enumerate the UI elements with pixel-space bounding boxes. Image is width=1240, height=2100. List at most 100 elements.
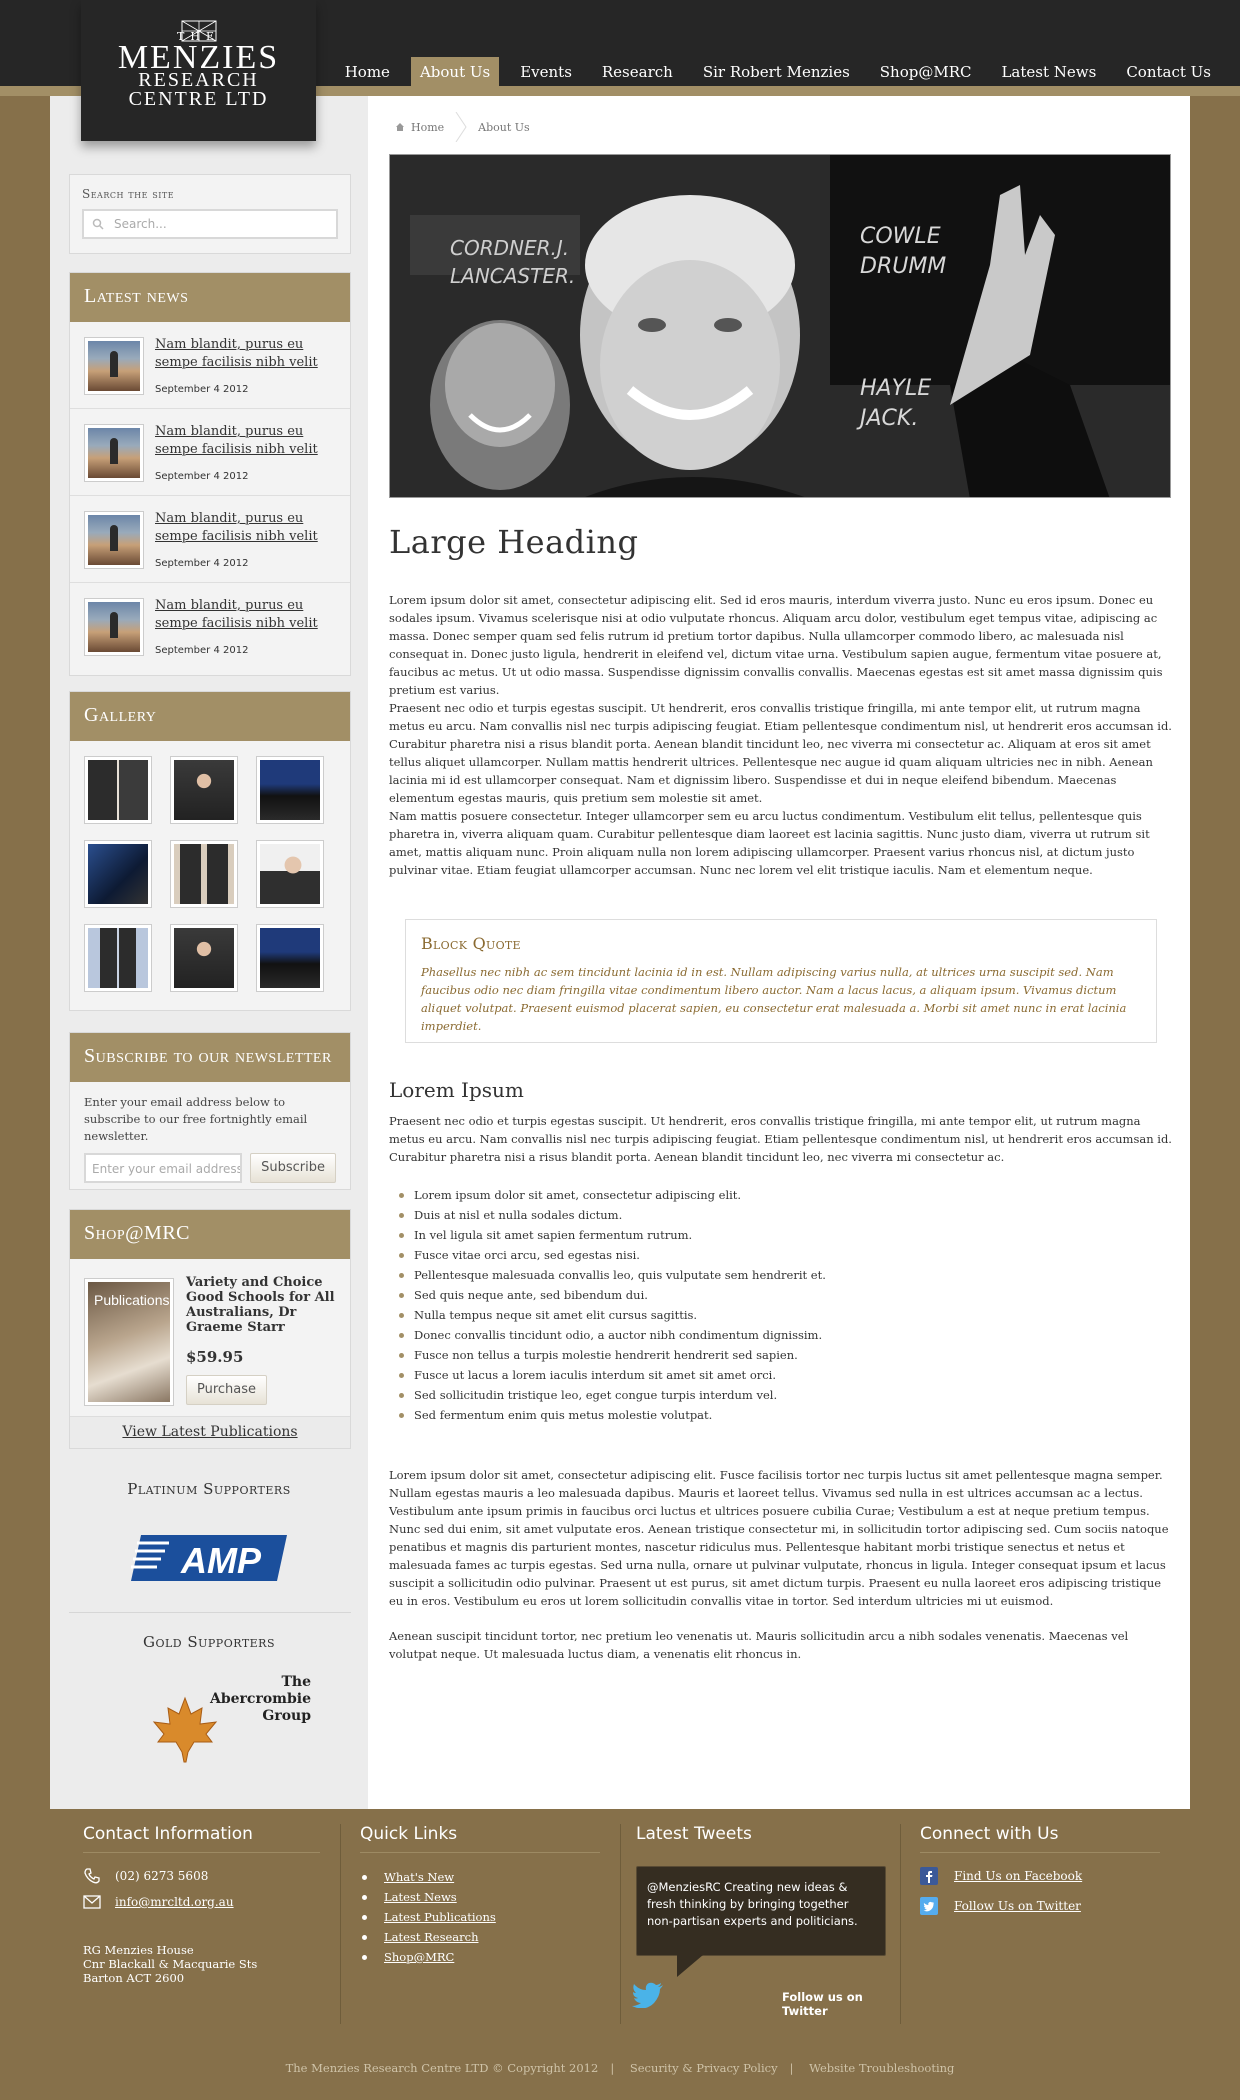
nav-sir-robert-menzies[interactable]: Sir Robert Menzies (703, 57, 850, 87)
quick-link[interactable]: Shop@MRC (362, 1947, 600, 1967)
footer-connect: Connect with Us Find Us on Facebook Foll… (920, 1824, 1160, 1927)
news-thumbnail[interactable] (84, 511, 144, 569)
newsletter-box: Subscribe to our newsletter Enter your e… (69, 1032, 351, 1190)
publication-title[interactable]: Variety and Choice Good Schools for All … (186, 1275, 346, 1335)
quick-link[interactable]: Latest News (362, 1887, 600, 1907)
search-input[interactable]: Search... (82, 209, 338, 239)
shop-box: Shop@MRC Publications Variety and Choice… (69, 1209, 351, 1449)
footer-email-link[interactable]: info@mrcltd.org.au (115, 1895, 234, 1909)
block-quote-heading: Block Quote (421, 934, 521, 953)
hero-board-text: COWLE (860, 224, 941, 249)
gallery-thumbnail[interactable] (256, 840, 324, 908)
footer-connect-heading: Connect with Us (920, 1824, 1160, 1853)
follow-us-on-twitter-link[interactable]: Follow us on Twitter (782, 1990, 896, 2018)
gallery-thumbnail[interactable] (170, 756, 238, 824)
list-item: Pellentesque malesuada convallis leo, qu… (399, 1265, 826, 1285)
nav-about-us[interactable]: About Us (410, 57, 500, 87)
gallery-thumbnail[interactable] (84, 840, 152, 908)
news-thumbnail[interactable] (84, 337, 144, 395)
hero-board-text: LANCASTER. (450, 264, 575, 288)
nav-events[interactable]: Events (520, 57, 572, 87)
twitter-bird-icon[interactable] (632, 1982, 664, 2008)
quick-link[interactable]: Latest Research (362, 1927, 600, 1947)
newsletter-text: Enter your email address below to subscr… (84, 1095, 308, 1143)
email-icon (83, 1895, 101, 1909)
nav-shop[interactable]: Shop@MRC (880, 57, 972, 87)
gallery-thumbnail[interactable] (256, 756, 324, 824)
news-item[interactable]: Nam blandit, purus eu sempe facilisis ni… (70, 583, 350, 670)
gallery-thumbnail[interactable] (170, 924, 238, 992)
list-item: Donec convallis tincidunt odio, a auctor… (399, 1325, 826, 1345)
gallery-box: Gallery (69, 691, 351, 1011)
nav-research[interactable]: Research (602, 57, 673, 87)
list-item: Nulla tempus neque sit amet elit cursus … (399, 1305, 826, 1325)
footer-tweets: Latest Tweets @MenziesRC Creating new id… (632, 1824, 896, 2024)
breadcrumb-home[interactable]: Home (411, 121, 444, 134)
footer: Contact Information (02) 6273 5608 info@… (0, 1809, 1240, 2100)
news-title[interactable]: Nam blandit, purus eu sempe facilisis ni… (155, 423, 345, 459)
news-date: September 4 2012 (155, 558, 249, 569)
search-icon (92, 218, 104, 230)
tweet-text: @MenziesRC Creating new ideas & fresh th… (647, 1880, 858, 1928)
amp-logo[interactable]: AMP (129, 1533, 289, 1583)
publication-cover[interactable]: Publications (84, 1278, 174, 1406)
news-title[interactable]: Nam blandit, purus eu sempe facilisis ni… (155, 510, 345, 546)
bullet-list: Lorem ipsum dolor sit amet, consectetur … (399, 1185, 826, 1425)
news-item[interactable]: Nam blandit, purus eu sempe facilisis ni… (70, 409, 350, 496)
news-item[interactable]: Nam blandit, purus eu sempe facilisis ni… (70, 496, 350, 583)
privacy-policy-link[interactable]: Security & Privacy Policy (630, 2061, 778, 2075)
facebook-icon (920, 1867, 938, 1885)
news-thumbnail[interactable] (84, 598, 144, 656)
list-item: Fusce non tellus a turpis molestie hendr… (399, 1345, 826, 1365)
facebook-link-text[interactable]: Find Us on Facebook (954, 1869, 1082, 1883)
gallery-thumbnail[interactable] (84, 924, 152, 992)
news-thumbnail[interactable] (84, 424, 144, 482)
nav-latest-news[interactable]: Latest News (1001, 57, 1096, 87)
site-logo[interactable]: THE MENZIES RESEARCH CENTRE LTD (81, 0, 316, 141)
breadcrumb-current: About Us (478, 120, 530, 134)
address-line: Cnr Blackall & Macquarie Sts (83, 1957, 258, 1971)
sidebar: Search the site Search... Latest news Na… (50, 96, 368, 1809)
news-title[interactable]: Nam blandit, purus eu sempe facilisis ni… (155, 336, 345, 372)
footer-quick-links: Quick Links What's New Latest News Lates… (360, 1824, 600, 1967)
latest-news-heading: Latest news (70, 273, 350, 322)
search-placeholder: Search... (114, 217, 167, 231)
nav-home[interactable]: Home (345, 57, 390, 87)
troubleshooting-link[interactable]: Website Troubleshooting (809, 2061, 954, 2075)
paragraph: Lorem ipsum dolor sit amet, consectetur … (389, 593, 1163, 697)
quick-link[interactable]: What's New (362, 1867, 600, 1887)
gallery-heading: Gallery (70, 692, 350, 741)
twitter-link-text[interactable]: Follow Us on Twitter (954, 1899, 1081, 1913)
hero-photo-image: CORDNER.J. LANCASTER. COWLE DRUMM HAYLE … (390, 155, 1170, 497)
paragraph: Praesent nec odio et turpis egestas susc… (389, 1114, 1172, 1164)
news-item[interactable]: Nam blandit, purus eu sempe facilisis ni… (70, 322, 350, 409)
footer-phone-text: (02) 6273 5608 (115, 1869, 209, 1883)
newsletter-email-input[interactable]: Enter your email address (84, 1153, 243, 1183)
quick-link[interactable]: Latest Publications (362, 1907, 600, 1927)
purchase-button[interactable]: Purchase (186, 1375, 268, 1405)
gallery-thumbnail[interactable] (84, 756, 152, 824)
footer-email[interactable]: info@mrcltd.org.au (83, 1895, 320, 1909)
page-heading: Large Heading (389, 523, 639, 561)
quick-links-list: What's New Latest News Latest Publicatio… (360, 1867, 600, 1967)
page-container: Search the site Search... Latest news Na… (50, 96, 1190, 1809)
footer-divider (620, 1824, 621, 2024)
paragraph: Aenean suscipit tincidunt tortor, nec pr… (389, 1629, 1129, 1661)
footer-divider (340, 1824, 341, 2024)
list-item: Lorem ipsum dolor sit amet, consectetur … (399, 1185, 826, 1205)
gallery-thumbnail[interactable] (170, 840, 238, 908)
footer-divider (900, 1824, 901, 2024)
supporters-divider (69, 1612, 351, 1613)
news-title[interactable]: Nam blandit, purus eu sempe facilisis ni… (155, 597, 345, 633)
view-latest-publications-link[interactable]: View Latest Publications (70, 1416, 350, 1448)
newsletter-form: Enter your email address Subscribe (70, 1153, 350, 1183)
footer-quick-heading: Quick Links (360, 1824, 600, 1853)
nav-contact-us[interactable]: Contact Us (1126, 57, 1211, 87)
footer-contact: Contact Information (02) 6273 5608 info@… (83, 1824, 320, 1985)
twitter-link[interactable]: Follow Us on Twitter (920, 1897, 1160, 1915)
gallery-thumbnail[interactable] (256, 924, 324, 992)
hero-board-text: DRUMM (860, 254, 946, 279)
subscribe-button[interactable]: Subscribe (250, 1153, 336, 1183)
facebook-link[interactable]: Find Us on Facebook (920, 1867, 1160, 1885)
abercrombie-logo[interactable]: The Abercrombie Group (150, 1674, 320, 1764)
